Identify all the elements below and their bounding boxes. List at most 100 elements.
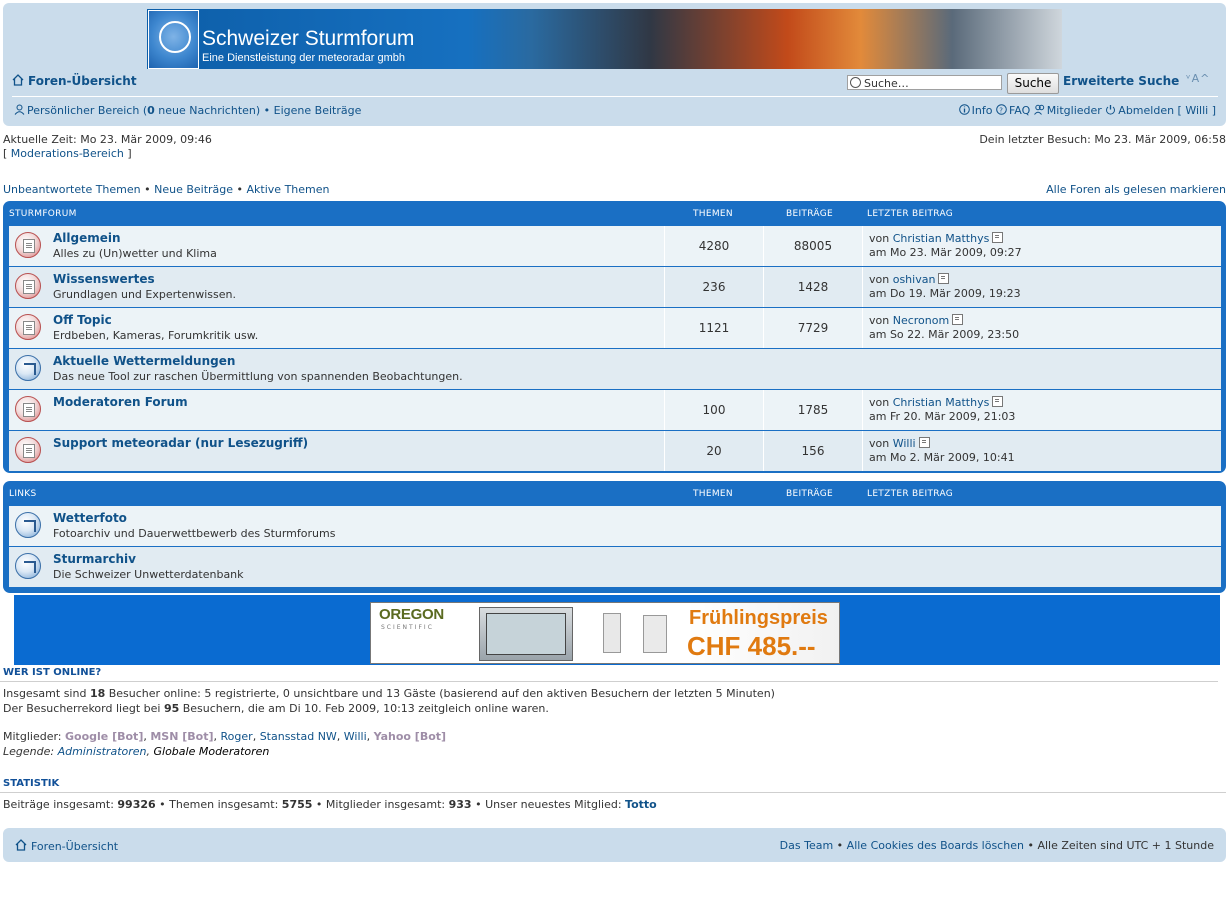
banner-subtitle: Eine Dienstleistung der meteoradar gmbh [202, 52, 406, 64]
active-topics-link[interactable]: Aktive Themen [247, 183, 330, 196]
view-latest-post-icon[interactable] [992, 396, 1004, 407]
col-posts: BEITRÄGE [786, 489, 833, 499]
new-posts-link[interactable]: Neue Beiträge [154, 183, 233, 196]
search-button[interactable]: Suche [1007, 73, 1059, 94]
member-link[interactable]: Roger [221, 730, 253, 743]
category-title[interactable]: STURMFORUM [9, 209, 77, 219]
search-input[interactable]: Suche… [847, 75, 1002, 90]
forum-read-icon [15, 232, 41, 258]
member-link[interactable]: Yahoo [Bot] [374, 730, 446, 743]
forum-description: Das neue Tool zur raschen Übermittlung v… [53, 370, 463, 383]
forum-link-icon [15, 553, 41, 579]
forum-row: Off Topic Erdbeben, Kameras, Forumkritik… [9, 308, 1221, 348]
quick-links: Unbeantwortete Themen • Neue Beiträge • … [3, 183, 330, 196]
logout-link[interactable]: Abmelden [ Willi ] [1118, 104, 1216, 117]
advertisement-banner[interactable]: OREGON SCIENTIFIC Frühlingspreis CHF 485… [370, 602, 840, 664]
members-link[interactable]: Mitglieder [1047, 104, 1102, 117]
last-post: von Christian Matthys am Fr 20. Mär 2009… [869, 396, 1016, 423]
forum-read-icon [15, 396, 41, 422]
view-latest-post-icon[interactable] [918, 437, 930, 448]
forum-title[interactable]: Aktuelle Wettermeldungen [53, 354, 235, 368]
col-last-post: LETZTER BEITRAG [867, 209, 954, 219]
last-post-author[interactable]: oshivan [893, 273, 936, 286]
member-link[interactable]: Google [Bot] [65, 730, 143, 743]
advanced-search-link[interactable]: Erweiterte Suche [1063, 74, 1179, 88]
forum-row: Aktuelle Wettermeldungen Das neue Tool z… [9, 349, 1221, 389]
delete-cookies-link[interactable]: Alle Cookies des Boards löschen [847, 839, 1024, 852]
timezone-info: Alle Zeiten sind UTC + 1 Stunde [1037, 839, 1214, 852]
forum-read-icon [15, 273, 41, 299]
post-count: 1785 [764, 390, 863, 430]
last-post-author[interactable]: Christian Matthys [893, 396, 990, 409]
members-icon [1033, 104, 1044, 115]
forum-row: Sturmarchiv Die Schweizer Unwetterdatenb… [9, 547, 1221, 587]
forum-title[interactable]: Support meteoradar (nur Lesezugriff) [53, 436, 308, 450]
topic-count: 20 [665, 431, 764, 471]
forum-read-icon [15, 314, 41, 340]
last-post: von Willi am Mo 2. Mär 2009, 10:41 [869, 437, 1015, 464]
own-posts-link[interactable]: Eigene Beiträge [274, 104, 362, 117]
forum-title[interactable]: Wetterfoto [53, 511, 127, 525]
divider [12, 96, 1218, 97]
team-link[interactable]: Das Team [780, 839, 834, 852]
forum-title[interactable]: Allgemein [53, 231, 121, 245]
weather-station-image [479, 607, 573, 661]
footer-breadcrumb: Foren-Übersicht [15, 839, 118, 853]
last-post-date: am So 22. Mär 2009, 23:50 [869, 328, 1020, 341]
topic-count: 1121 [665, 308, 764, 348]
legend-global-moderators: Globale Moderatoren [153, 745, 270, 758]
post-count: 1428 [764, 267, 863, 307]
footer-home-link[interactable]: Foren-Übersicht [31, 840, 118, 853]
forum-row: Wetterfoto Fotoarchiv und Dauerwettbewer… [9, 506, 1221, 546]
view-latest-post-icon[interactable] [992, 232, 1004, 243]
forum-description: Alles zu (Un)wetter und Klima [53, 247, 217, 260]
nav-home-link[interactable]: Foren-Übersicht [28, 74, 137, 88]
forum-row: Support meteoradar (nur Lesezugriff) 20 … [9, 431, 1221, 471]
user-icon [14, 104, 25, 115]
forum-link-icon [15, 512, 41, 538]
forum-title[interactable]: Wissenswertes [53, 272, 155, 286]
unanswered-link[interactable]: Unbeantwortete Themen [3, 183, 141, 196]
info-link[interactable]: Info [972, 104, 993, 117]
last-post-date: am Mo 2. Mär 2009, 10:41 [869, 451, 1015, 464]
last-post-date: am Fr 20. Mär 2009, 21:03 [869, 410, 1016, 423]
font-size-control[interactable]: ᵛA^ [1186, 72, 1210, 85]
forum-title[interactable]: Sturmarchiv [53, 552, 136, 566]
forum-title[interactable]: Off Topic [53, 313, 112, 327]
newest-member-link[interactable]: Totto [625, 798, 657, 811]
view-latest-post-icon[interactable] [938, 273, 950, 284]
member-link[interactable]: MSN [Bot] [150, 730, 213, 743]
site-banner[interactable]: Schweizer Sturmforum Eine Dienstleistung… [147, 9, 1062, 69]
divider [0, 792, 1226, 793]
home-icon [15, 839, 27, 851]
mark-all-read-link[interactable]: Alle Foren als gelesen markieren [1046, 183, 1226, 196]
breadcrumb: Foren-Übersicht [12, 74, 137, 88]
view-latest-post-icon[interactable] [952, 314, 964, 325]
last-post-author[interactable]: Necronom [893, 314, 949, 327]
user-area-link[interactable]: Persönlicher Bereich (0 neue Nachrichten… [27, 104, 260, 117]
last-post-author[interactable]: Willi [893, 437, 916, 450]
col-topics: THEMEN [693, 209, 733, 219]
legend-administrators[interactable]: Administratoren [58, 745, 147, 758]
post-count: 156 [764, 431, 863, 471]
forum-description: Erdbeben, Kameras, Forumkritik usw. [53, 329, 259, 342]
last-post-author[interactable]: Christian Matthys [893, 232, 990, 245]
last-post: von oshivan am Do 19. Mär 2009, 19:23 [869, 273, 1021, 300]
moderation-area: [ Moderations-Bereich ] [3, 147, 132, 160]
ad-price: CHF 485.-- [687, 631, 816, 661]
sensor-image [643, 615, 667, 653]
category-title[interactable]: LINKS [9, 489, 37, 499]
forum-description: Grundlagen und Expertenwissen. [53, 288, 236, 301]
info-icon [958, 104, 970, 115]
sensor-image [603, 613, 621, 653]
forum-row: Wissenswertes Grundlagen und Expertenwis… [9, 267, 1221, 307]
who-is-online-heading[interactable]: WER IST ONLINE? [3, 667, 101, 678]
col-topics: THEMEN [693, 489, 733, 499]
moderation-link[interactable]: Moderations-Bereich [11, 147, 124, 160]
forum-title[interactable]: Moderatoren Forum [53, 395, 188, 409]
member-link[interactable]: Stansstad NW [260, 730, 337, 743]
topic-count: 4280 [665, 226, 764, 266]
member-link[interactable]: Willi [344, 730, 367, 743]
forum-row: Allgemein Alles zu (Un)wetter und Klima … [9, 226, 1221, 266]
faq-link[interactable]: FAQ [1009, 104, 1030, 117]
